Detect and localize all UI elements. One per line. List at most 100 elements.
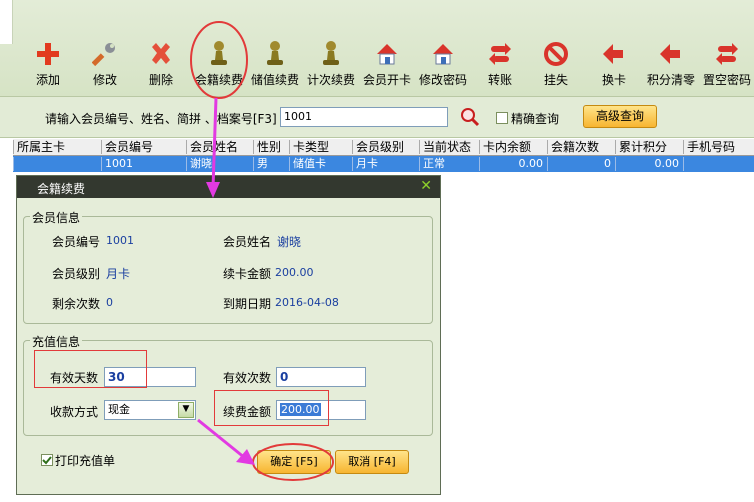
membership-renew-button[interactable]: 会籍续费 <box>194 40 244 88</box>
table-cell <box>683 157 753 171</box>
search-label: 请输入会员编号、姓名、简拼 、档案号[F3] <box>45 112 277 126</box>
column-header[interactable]: 手机号码 <box>683 140 753 154</box>
days-highlight-box <box>34 350 147 388</box>
column-header[interactable]: 卡类型 <box>289 140 351 154</box>
table-cell: 月卡 <box>352 157 418 171</box>
table-row[interactable]: 1001 谢晓 男 储值卡 月卡 正常 0.00 0 0.00 <box>13 156 754 172</box>
column-header[interactable]: 卡内余额 <box>479 140 547 154</box>
close-icon[interactable]: ✕ <box>420 178 432 194</box>
back-arrow-icon <box>601 40 627 68</box>
exact-search-label: 精确查询 <box>511 112 560 126</box>
search-icon[interactable] <box>460 107 480 130</box>
table-cell: 正常 <box>419 157 479 171</box>
count-renew-label: 计次续费 <box>306 73 355 87</box>
table-cell: 男 <box>253 157 289 171</box>
member-name-value: 谢晓 <box>277 235 302 249</box>
open-card-label: 会员开卡 <box>362 73 411 87</box>
reset-password-label: 置空密码 <box>702 73 751 87</box>
member-no-label: 会员编号 <box>52 235 101 249</box>
transfer-button[interactable]: 转账 <box>475 40 525 88</box>
remaining-label: 剩余次数 <box>52 297 101 311</box>
recharge-info-legend: 充值信息 <box>30 333 83 350</box>
add-button[interactable]: 添加 <box>23 40 73 88</box>
reset-password-button[interactable]: 置空密码 <box>702 40 752 88</box>
replace-card-label: 换卡 <box>601 73 626 87</box>
payment-method-label: 收款方式 <box>50 405 99 419</box>
expiry-label: 到期日期 <box>223 297 272 311</box>
change-password-button[interactable]: 修改密码 <box>418 40 468 88</box>
dialog-title: 会籍续费 <box>37 182 86 196</box>
renew-amount-value: 200.00 <box>275 266 314 279</box>
exact-search-checkbox[interactable] <box>496 112 508 124</box>
wrench-icon <box>92 40 118 68</box>
clear-points-label: 积分清零 <box>646 73 695 87</box>
valid-times-input[interactable]: 0 <box>276 367 366 387</box>
house-icon <box>430 40 456 68</box>
confirm-button[interactable]: 确定 [F5] <box>257 450 331 474</box>
valid-times-label: 有效次数 <box>223 371 272 385</box>
print-receipt-checkbox[interactable] <box>41 454 53 466</box>
column-header[interactable]: 会员级别 <box>352 140 418 154</box>
print-receipt-label: 打印充值单 <box>55 454 116 468</box>
report-loss-label: 挂失 <box>543 73 568 87</box>
member-info-group: 会员信息 会员编号 1001 会员姓名 谢晓 会员级别 月卡 续卡金额 200.… <box>23 209 433 324</box>
member-info-legend: 会员信息 <box>30 209 83 226</box>
column-header[interactable]: 会籍次数 <box>547 140 615 154</box>
table-cell: 0 <box>547 157 615 171</box>
prohibit-icon <box>543 40 569 68</box>
grid-header: 所属主卡 会员编号 会员姓名 性别 卡类型 会员级别 当前状态 卡内余额 会籍次… <box>13 139 754 156</box>
renew-dialog: 会籍续费 ✕ 会员信息 会员编号 1001 会员姓名 谢晓 会员级别 月卡 续卡… <box>16 175 441 495</box>
report-loss-button[interactable]: 挂失 <box>531 40 581 88</box>
table-cell: 储值卡 <box>289 157 351 171</box>
search-bar: 请输入会员编号、姓名、简拼 、档案号[F3] 1001 精确查询 高级查询 <box>0 97 754 138</box>
dialog-titlebar[interactable]: 会籍续费 ✕ <box>17 176 440 198</box>
column-header[interactable]: 会员姓名 <box>186 140 252 154</box>
stored-value-renew-button[interactable]: 储值续费 <box>250 40 300 88</box>
transfer-icon <box>487 40 513 68</box>
plus-icon <box>35 40 61 68</box>
change-password-label: 修改密码 <box>418 73 467 87</box>
open-card-button[interactable]: 会员开卡 <box>362 40 412 88</box>
advanced-search-button[interactable]: 高级查询 <box>583 105 657 128</box>
column-header[interactable]: 性别 <box>253 140 289 154</box>
table-cell: 0.00 <box>479 157 547 171</box>
cancel-button[interactable]: 取消 [F4] <box>335 450 409 474</box>
table-cell: 0.00 <box>615 157 683 171</box>
table-cell: 1001 <box>101 157 185 171</box>
column-header[interactable]: 当前状态 <box>419 140 479 154</box>
edit-label: 修改 <box>92 73 117 87</box>
membership-renew-label: 会籍续费 <box>194 73 243 87</box>
stored-value-renew-label: 储值续费 <box>250 73 299 87</box>
house-icon <box>374 40 400 68</box>
column-header[interactable]: 累计积分 <box>615 140 683 154</box>
search-input[interactable]: 1001 <box>280 107 448 127</box>
add-label: 添加 <box>35 73 60 87</box>
member-level-label: 会员级别 <box>52 267 101 281</box>
member-name-label: 会员姓名 <box>223 235 272 249</box>
transfer-icon <box>714 40 740 68</box>
chevron-down-icon[interactable]: ▼ <box>178 402 194 418</box>
payment-method-select[interactable]: 现金 ▼ <box>104 400 196 420</box>
expiry-value: 2016-04-08 <box>275 296 339 309</box>
member-level-value: 月卡 <box>106 267 131 281</box>
fee-highlight-box <box>214 390 329 426</box>
column-header[interactable]: 所属主卡 <box>13 140 101 154</box>
replace-card-button[interactable]: 换卡 <box>589 40 639 88</box>
edit-button[interactable]: 修改 <box>80 40 130 88</box>
checkmark-icon <box>42 456 52 465</box>
pawn-icon <box>206 40 232 68</box>
pawn-icon <box>318 40 344 68</box>
clear-points-button[interactable]: 积分清零 <box>646 40 696 88</box>
column-header[interactable]: 会员编号 <box>101 140 185 154</box>
delete-label: 删除 <box>148 73 173 87</box>
table-cell: 谢晓 <box>186 157 252 171</box>
member-no-value: 1001 <box>106 234 134 247</box>
delete-x-icon <box>148 40 174 68</box>
renew-amount-label: 续卡金额 <box>223 267 272 281</box>
pawn-icon <box>262 40 288 68</box>
count-renew-button[interactable]: 计次续费 <box>306 40 356 88</box>
payment-method-value: 现金 <box>108 403 130 416</box>
delete-button[interactable]: 删除 <box>136 40 186 88</box>
back-arrow-icon <box>658 40 684 68</box>
table-cell <box>13 157 101 171</box>
